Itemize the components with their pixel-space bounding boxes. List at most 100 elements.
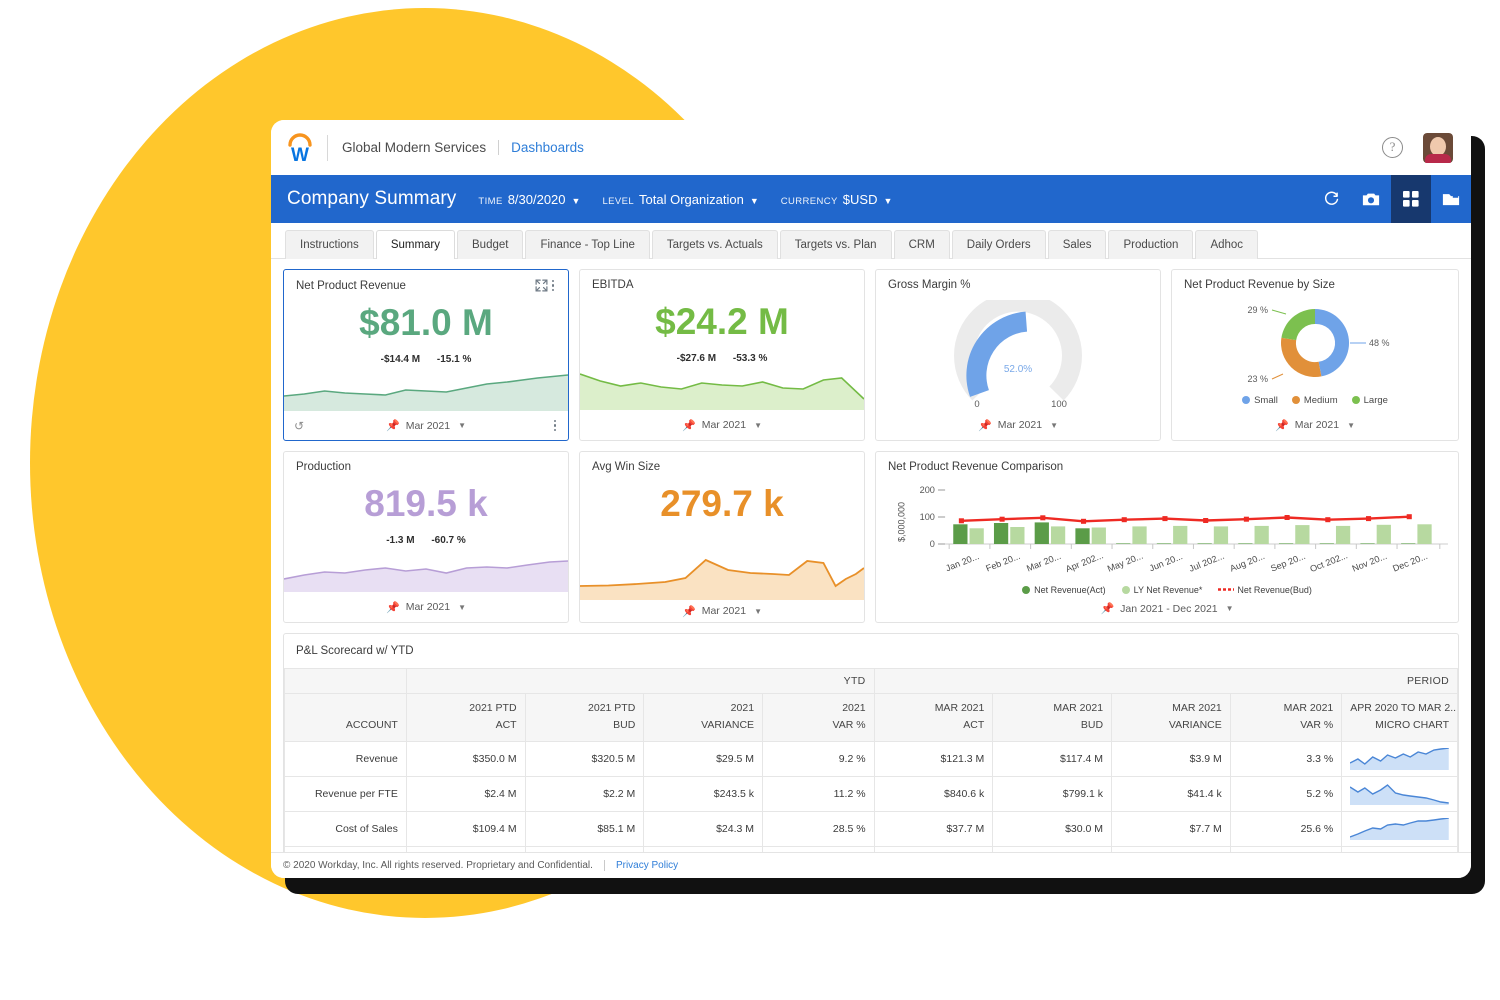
legend-item-large[interactable]: Large bbox=[1352, 395, 1388, 406]
help-circle-icon[interactable]: ? bbox=[1382, 137, 1403, 158]
legend-label: Large bbox=[1364, 395, 1388, 406]
tab-sales[interactable]: Sales bbox=[1048, 230, 1107, 259]
col-l1: 2021 bbox=[842, 702, 865, 714]
col-l2: VAR % bbox=[771, 717, 866, 734]
cell: $320.5 M bbox=[525, 741, 644, 776]
tab-instructions[interactable]: Instructions bbox=[285, 230, 374, 259]
expand-icon[interactable] bbox=[535, 279, 548, 292]
camera-icon[interactable] bbox=[1351, 175, 1391, 223]
filter-level-value: Total Organization bbox=[639, 192, 744, 207]
pin-icon[interactable]: 📌 bbox=[1275, 419, 1289, 432]
col-l2: VARIANCE bbox=[1120, 717, 1222, 734]
kpi-value: $24.2 M bbox=[580, 303, 864, 340]
workday-logo-icon[interactable]: W bbox=[285, 132, 315, 164]
filter-currency[interactable]: CURRENCY $USD ▼ bbox=[781, 192, 893, 207]
pin-icon[interactable]: 📌 bbox=[386, 419, 400, 432]
tab-targets-vs-actuals[interactable]: Targets vs. Actuals bbox=[652, 230, 778, 259]
legend-label: Medium bbox=[1304, 395, 1338, 406]
donut-label-large: 29 % bbox=[1247, 305, 1268, 315]
col-micro-chart[interactable]: APR 2020 TO MAR 2...MICRO CHART bbox=[1342, 694, 1458, 742]
filter-level[interactable]: LEVEL Total Organization ▼ bbox=[602, 192, 758, 207]
cell: $121.3 M bbox=[874, 741, 993, 776]
card-net-product-revenue-comparison[interactable]: Net Product Revenue Comparison 200 100 0… bbox=[875, 451, 1459, 623]
folder-icon[interactable] bbox=[1431, 175, 1471, 223]
cell: 28.5 % bbox=[763, 811, 875, 846]
kpi-delta-percent: -60.7 % bbox=[431, 535, 465, 546]
pin-icon[interactable]: 📌 bbox=[682, 419, 696, 432]
tab-daily-orders[interactable]: Daily Orders bbox=[952, 230, 1046, 259]
legend-swatch bbox=[1122, 586, 1130, 594]
legend-item-medium[interactable]: Medium bbox=[1292, 395, 1338, 406]
privacy-policy-link[interactable]: Privacy Policy bbox=[616, 860, 678, 871]
breadcrumb-dashboards-link[interactable]: Dashboards bbox=[511, 140, 584, 155]
scorecard-table: YTD PERIOD ACCOUNT 2021 PTDACT 2021 PTDB… bbox=[284, 668, 1458, 852]
x-tick-4: May 20... bbox=[1106, 551, 1145, 574]
application-window: W Global Modern Services Dashboards ? Co… bbox=[271, 120, 1471, 878]
pin-icon[interactable]: 📌 bbox=[386, 601, 400, 614]
card-header: Net Product Revenue bbox=[284, 270, 568, 294]
pin-icon[interactable]: 📌 bbox=[978, 419, 992, 432]
card-header: EBITDA bbox=[580, 270, 864, 293]
col-mar-2021-bud[interactable]: MAR 2021BUD bbox=[993, 694, 1112, 742]
col-2021-ptd-act[interactable]: 2021 PTD ACT bbox=[406, 694, 525, 742]
col-2021-variance[interactable]: 2021VARIANCE bbox=[644, 694, 763, 742]
col-l2: MICRO CHART bbox=[1350, 717, 1449, 734]
legend-item-net-revenue-bud[interactable]: Net Revenue(Bud) bbox=[1218, 585, 1312, 595]
chevron-down-icon[interactable]: ▼ bbox=[458, 421, 466, 430]
window-footer: © 2020 Workday, Inc. All rights reserved… bbox=[271, 852, 1471, 878]
col-2021-ptd-bud[interactable]: 2021 PTDBUD bbox=[525, 694, 644, 742]
legend-item-small[interactable]: Small bbox=[1242, 395, 1278, 406]
kpi-value: 279.7 k bbox=[580, 485, 864, 522]
history-icon[interactable]: ↺ bbox=[294, 419, 304, 433]
refresh-icon[interactable] bbox=[1311, 175, 1351, 223]
tab-crm[interactable]: CRM bbox=[894, 230, 950, 259]
pin-icon[interactable]: 📌 bbox=[1100, 602, 1114, 615]
chevron-down-icon[interactable]: ▼ bbox=[1226, 604, 1234, 613]
col-mar-2021-variance[interactable]: MAR 2021VARIANCE bbox=[1112, 694, 1231, 742]
card-footer-menu-icon[interactable] bbox=[550, 420, 561, 432]
chevron-down-icon[interactable]: ▼ bbox=[1347, 421, 1355, 430]
card-net-product-revenue-by-size[interactable]: Net Product Revenue by Size bbox=[1171, 269, 1459, 441]
chevron-down-icon[interactable]: ▼ bbox=[754, 607, 762, 616]
filter-time[interactable]: TIME 8/30/2020 ▼ bbox=[478, 192, 580, 207]
tab-targets-vs-plan[interactable]: Targets vs. Plan bbox=[780, 230, 892, 259]
tab-production[interactable]: Production bbox=[1108, 230, 1193, 259]
group-header-blank bbox=[285, 669, 407, 694]
col-l1: 2021 PTD bbox=[469, 702, 516, 714]
col-account[interactable]: ACCOUNT bbox=[285, 694, 407, 742]
col-2021-var-pct[interactable]: 2021 VAR % bbox=[763, 694, 875, 742]
legend-item-net-revenue-act[interactable]: Net Revenue(Act) bbox=[1022, 585, 1106, 595]
card-period: Mar 2021 bbox=[702, 419, 746, 431]
legend-item-ly-net-revenue[interactable]: LY Net Revenue* bbox=[1122, 585, 1203, 595]
tab-adhoc[interactable]: Adhoc bbox=[1195, 230, 1258, 259]
filter-currency-value: $USD bbox=[843, 192, 878, 207]
tab-finance-top-line[interactable]: Finance - Top Line bbox=[525, 230, 649, 259]
chevron-down-icon[interactable]: ▼ bbox=[458, 603, 466, 612]
y-axis-label: $,000,000 bbox=[896, 502, 906, 542]
x-tick-5: Jun 20... bbox=[1148, 551, 1184, 573]
kpi-delta: -1.3 M -60.7 % bbox=[284, 535, 568, 546]
chevron-down-icon[interactable]: ▼ bbox=[1050, 421, 1058, 430]
kpi-delta-absolute: -1.3 M bbox=[386, 535, 414, 546]
card-gross-margin[interactable]: Gross Margin % 52.0% 0 100 bbox=[875, 269, 1161, 441]
col-l2: ACT bbox=[415, 717, 517, 734]
tab-budget[interactable]: Budget bbox=[457, 230, 523, 259]
tab-summary[interactable]: Summary bbox=[376, 230, 455, 259]
col-mar-2021-var-pct[interactable]: MAR 2021VAR % bbox=[1230, 694, 1342, 742]
table-row: Revenue $350.0 M $320.5 M $29.5 M 9.2 % … bbox=[285, 741, 1458, 776]
page-title: Company Summary bbox=[287, 188, 456, 210]
card-ebitda[interactable]: EBITDA $24.2 M -$27.6 M -53.3 % bbox=[579, 269, 865, 441]
card-footer: 📌 Jan 2021 - Dec 2021 ▼ bbox=[876, 595, 1458, 622]
chevron-down-icon[interactable]: ▼ bbox=[754, 421, 762, 430]
card-production[interactable]: Production 819.5 k -1.3 M -60.7 % bbox=[283, 451, 569, 623]
card-menu-icon[interactable] bbox=[548, 280, 559, 292]
pin-icon[interactable]: 📌 bbox=[682, 605, 696, 618]
user-avatar[interactable] bbox=[1423, 133, 1453, 163]
row-account: Revenue bbox=[285, 741, 407, 776]
cell: 25.6 % bbox=[1230, 811, 1342, 846]
card-net-product-revenue[interactable]: Net Product Revenue $81.0 M -$14.4 M bbox=[283, 269, 569, 441]
col-mar-2021-act[interactable]: MAR 2021ACT bbox=[874, 694, 993, 742]
grid-icon[interactable] bbox=[1391, 175, 1431, 223]
card-avg-win-size[interactable]: Avg Win Size 279.7 k 📌 Mar 2021 ▼ bbox=[579, 451, 865, 623]
cell: $243.5 k bbox=[644, 776, 763, 811]
